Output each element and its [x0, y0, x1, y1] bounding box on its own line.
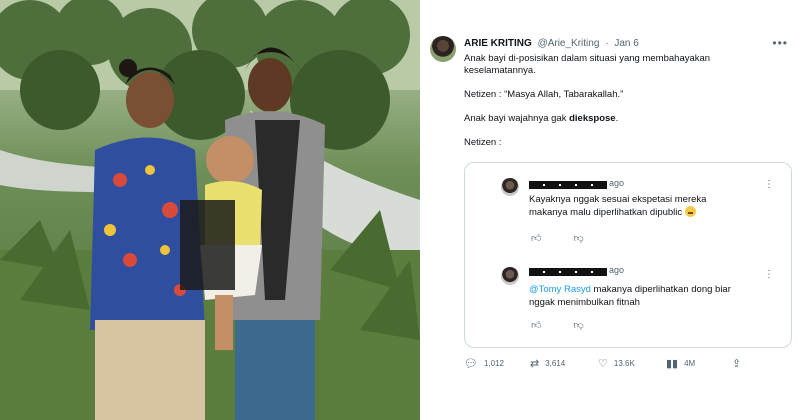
tweet-text-line: Netizen :	[464, 137, 502, 148]
reply-button[interactable]: 💬︎ 1,012	[464, 357, 504, 370]
reply-text: @Tomy Rasyd makanya diperlihatkan dong b…	[529, 283, 749, 309]
reply-avatar	[501, 267, 519, 285]
author-avatar[interactable]	[430, 36, 456, 62]
heart-icon: ♡	[598, 358, 608, 370]
reply-count: 1,012	[483, 359, 504, 368]
retweet-count: 3,614	[545, 359, 566, 368]
tweet-date[interactable]: Jan 6	[614, 38, 638, 49]
reply-time: ago	[609, 178, 625, 188]
reply-text: Kayaknya nggak sesuai ekspetasi mereka m…	[529, 193, 749, 219]
like-button[interactable]: ♡ 13.6K	[598, 357, 635, 370]
quoted-replies-image[interactable]: ago ⋮ Kayaknya nggak sesuai ekspetasi me…	[464, 162, 792, 348]
reply-time: ago	[609, 265, 625, 275]
reply-text-fragment: makanya diperlihatkan dong biar	[590, 284, 731, 295]
more-vertical-icon[interactable]: ⋮	[764, 269, 775, 280]
redacted-username	[529, 268, 607, 276]
like-count: 13.6K	[613, 359, 635, 368]
reply-text-line: @Tomy Rasyd makanya diperlihatkan dong b…	[529, 283, 749, 296]
share-button[interactable]: ⇪	[732, 357, 747, 370]
retweet-button[interactable]: ⇄ 3,614	[530, 357, 565, 370]
tweet-text-fragment: .	[615, 113, 619, 124]
reply-actions: 👍︎ 👎︎	[531, 232, 616, 244]
views-button[interactable]: ▮▮ 4M	[666, 357, 695, 370]
reply-icon: 💬︎	[464, 358, 478, 370]
share-icon: ⇪	[732, 358, 742, 370]
author-handle[interactable]: @Arie_Kriting	[538, 38, 600, 49]
reply-text-line: nggak menimbulkan fitnah	[529, 297, 640, 308]
reply-text-line: Kayaknya nggak sesuai ekspetasi mereka	[529, 194, 707, 205]
tweet-header: ARIE KRITING @Arie_Kriting · Jan 6	[464, 38, 639, 49]
tweet-text-line: Netizen : “Masya Allah, Tabarakallah.”	[464, 89, 624, 100]
reply-actions: 👍︎ 👎︎	[531, 319, 616, 331]
retweet-icon: ⇄	[530, 358, 540, 370]
tweet-text-bold: diekspose	[569, 113, 616, 124]
header-separator: ·	[605, 38, 609, 49]
tweet-card[interactable]: ARIE KRITING @Arie_Kriting · Jan 6 ••• A…	[420, 0, 800, 420]
tweet-text-line: Anak bayi wajahnya gak diekspose.	[464, 113, 764, 125]
dislike-thumb-icon[interactable]: 👎︎	[573, 232, 583, 244]
reply-item: ago ⋮ @Tomy Rasyd makanya diperlihatkan …	[465, 255, 791, 345]
reply-item: ago ⋮ Kayaknya nggak sesuai ekspetasi me…	[465, 163, 791, 253]
photo-illustration	[0, 0, 420, 420]
author-name[interactable]: ARIE KRITING	[464, 38, 532, 49]
reply-text-fragment: makanya malu diperlihatkan dipublic	[529, 207, 683, 218]
tweet-text-fragment: Anak bayi wajahnya gak	[464, 113, 570, 124]
dislike-thumb-icon[interactable]: 👎︎	[573, 319, 583, 331]
mention-link[interactable]: @Tomy Rasyd	[529, 284, 591, 295]
redacted-username	[529, 181, 607, 189]
post-photo[interactable]	[0, 0, 420, 420]
tweet-text-line: Anak bayi di-posisikan dalam situasi yan…	[464, 53, 711, 76]
views-chart-icon: ▮▮	[666, 358, 679, 370]
emoji-icon	[684, 206, 696, 217]
more-vertical-icon[interactable]: ⋮	[764, 179, 775, 190]
views-count: 4M	[684, 359, 696, 368]
tweet-body: Anak bayi di-posisikan dalam situasi yan…	[464, 53, 764, 161]
reply-text-line: makanya malu diperlihatkan dipublic	[529, 206, 749, 219]
like-thumb-icon[interactable]: 👍︎	[531, 319, 541, 331]
like-thumb-icon[interactable]: 👍︎	[531, 232, 541, 244]
more-horizontal-icon[interactable]: •••	[772, 36, 788, 50]
reply-avatar	[501, 178, 519, 196]
